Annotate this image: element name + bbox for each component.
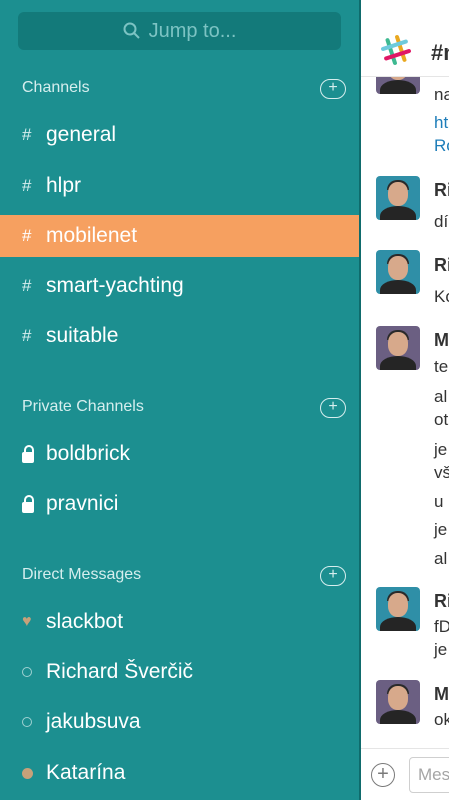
dm-label: slackbot bbox=[46, 610, 124, 633]
dm-label: Richard Šverčič bbox=[46, 660, 194, 683]
message-text: al bbox=[434, 549, 448, 568]
dm-item-jakubsuva[interactable]: jakubsuva bbox=[0, 701, 361, 743]
add-private-channel-button[interactable]: + bbox=[320, 398, 346, 418]
message-text: je bbox=[434, 640, 448, 659]
dm-item-richard[interactable]: Richard Šverčič bbox=[0, 651, 361, 693]
away-status-icon bbox=[22, 667, 32, 677]
channel-label: smart-yachting bbox=[46, 274, 184, 297]
channels-header: Channels bbox=[22, 79, 90, 96]
message-text: al bbox=[434, 387, 448, 406]
chat-panel: na ht Ro Ri dí Ri Ko M te al ot je vš u … bbox=[359, 0, 449, 800]
channel-label: pravnici bbox=[46, 492, 119, 515]
hash-icon: # bbox=[22, 276, 32, 295]
search-placeholder: Jump to... bbox=[148, 19, 237, 42]
avatar[interactable] bbox=[376, 250, 420, 294]
hash-icon: # bbox=[22, 125, 32, 144]
lock-icon bbox=[22, 444, 34, 463]
dm-label: Katarína bbox=[46, 761, 126, 784]
add-channel-button[interactable]: + bbox=[320, 79, 346, 99]
message-author[interactable]: Ri bbox=[434, 591, 449, 612]
private-item-pravnici[interactable]: pravnici bbox=[0, 483, 361, 525]
channel-item-suitable[interactable]: # suitable bbox=[0, 315, 361, 357]
add-direct-message-button[interactable]: + bbox=[320, 566, 346, 586]
message-text: fD bbox=[434, 617, 449, 636]
channel-item-general[interactable]: # general bbox=[0, 114, 361, 156]
message-text: ok bbox=[434, 710, 449, 729]
message-author[interactable]: Ri bbox=[434, 180, 449, 201]
message-author[interactable]: M bbox=[434, 684, 449, 705]
dm-label: jakubsuva bbox=[46, 710, 141, 733]
slack-logo-icon bbox=[381, 35, 411, 65]
message-text: te bbox=[434, 357, 449, 376]
message-link[interactable]: Ro bbox=[434, 136, 449, 156]
avatar[interactable] bbox=[376, 326, 420, 370]
message-text: Ko bbox=[434, 287, 449, 306]
private-channels-header: Private Channels bbox=[22, 398, 144, 415]
message-text: je bbox=[434, 440, 448, 459]
jump-to-search[interactable]: Jump to... bbox=[18, 12, 341, 50]
avatar[interactable] bbox=[376, 587, 420, 631]
hash-icon: # bbox=[22, 176, 32, 195]
message-text: dí bbox=[434, 212, 449, 231]
hash-icon: # bbox=[22, 226, 32, 245]
chat-header: #m bbox=[361, 0, 449, 77]
dm-item-katarina[interactable]: Katarína bbox=[0, 752, 361, 794]
avatar[interactable] bbox=[376, 176, 420, 220]
message-text: je bbox=[434, 520, 448, 539]
channel-item-mobilenet[interactable]: # mobilenet bbox=[0, 215, 361, 257]
message-input[interactable]: Mes bbox=[409, 757, 449, 793]
message-text: u bbox=[434, 492, 444, 511]
channel-item-hlpr[interactable]: # hlpr bbox=[0, 165, 361, 207]
heart-icon: ♥ bbox=[22, 613, 32, 630]
message-text: ot bbox=[434, 410, 449, 429]
sidebar: Jump to... Channels + # general # hlpr #… bbox=[0, 0, 361, 800]
direct-messages-header: Direct Messages bbox=[22, 566, 142, 583]
dm-item-slackbot[interactable]: ♥ slackbot bbox=[0, 601, 361, 643]
active-status-icon bbox=[22, 767, 33, 779]
channel-label: mobilenet bbox=[46, 224, 138, 247]
away-status-icon bbox=[22, 717, 32, 727]
channel-label: hlpr bbox=[46, 174, 82, 197]
channel-label: general bbox=[46, 123, 117, 146]
lock-icon bbox=[22, 494, 34, 513]
channel-title[interactable]: #m bbox=[431, 40, 449, 66]
search-icon bbox=[123, 22, 140, 39]
hash-icon: # bbox=[22, 326, 32, 345]
avatar[interactable] bbox=[376, 680, 420, 724]
channel-label: suitable bbox=[46, 324, 119, 347]
message-author[interactable]: M bbox=[434, 330, 449, 351]
message-composer: + Mes bbox=[361, 748, 449, 800]
channel-item-smart-yachting[interactable]: # smart-yachting bbox=[0, 265, 361, 307]
attach-button[interactable]: + bbox=[371, 763, 395, 787]
message-link[interactable]: ht bbox=[434, 113, 448, 133]
message-author[interactable]: Ri bbox=[434, 255, 449, 276]
private-item-boldbrick[interactable]: boldbrick bbox=[0, 433, 361, 475]
message-text: na bbox=[434, 85, 449, 104]
channel-label: boldbrick bbox=[46, 442, 131, 465]
message-text: vš bbox=[434, 463, 449, 482]
